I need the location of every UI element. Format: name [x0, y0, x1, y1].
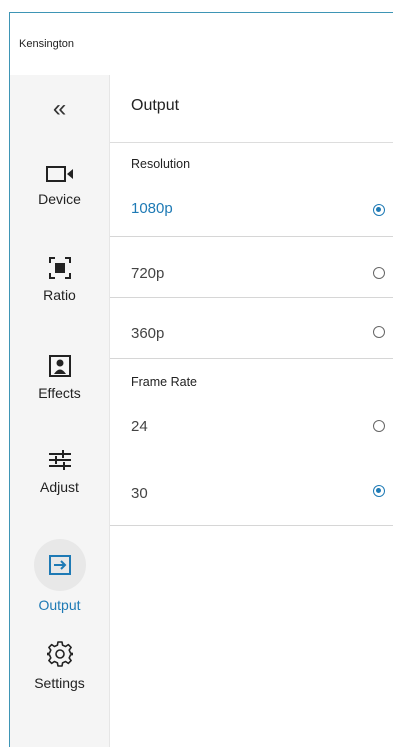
sidebar-item-effects[interactable]: Effects: [10, 355, 109, 401]
frame-rate-option-30[interactable]: 30: [110, 465, 393, 526]
title-bar: Kensington: [10, 13, 393, 75]
frame-rate-option-24[interactable]: 24: [110, 405, 393, 455]
ratio-icon: [48, 257, 71, 279]
option-label: 30: [131, 485, 148, 502]
radio-button[interactable]: [373, 204, 385, 216]
sidebar-item-settings[interactable]: Settings: [10, 641, 109, 691]
app-title: Kensington: [19, 38, 75, 50]
output-icon: [48, 555, 71, 575]
page-title: Output: [131, 97, 180, 114]
sidebar-item-device[interactable]: Device: [10, 165, 109, 207]
portrait-icon: [48, 355, 71, 377]
collapse-sidebar-button[interactable]: «: [10, 97, 109, 121]
resolution-option-1080p[interactable]: 1080p: [110, 176, 393, 237]
active-indicator: [33, 539, 86, 591]
sidebar-item-ratio[interactable]: Ratio: [10, 257, 109, 303]
sidebar-item-label: Settings: [34, 675, 85, 691]
output-panel: Output Resolution 1080p 720p 360p Frame …: [110, 75, 393, 747]
sidebar-item-label: Output: [38, 597, 81, 613]
option-label: 360p: [131, 325, 165, 342]
radio-button[interactable]: [373, 326, 385, 338]
option-label: 1080p: [131, 200, 173, 217]
radio-button[interactable]: [373, 267, 385, 279]
sidebar-item-label: Ratio: [43, 287, 76, 303]
sidebar-item-label: Device: [38, 191, 81, 207]
radio-button[interactable]: [373, 485, 385, 497]
sidebar: « Device Ratio Effects Adjust Output Set…: [10, 75, 110, 747]
sidebar-item-adjust[interactable]: Adjust: [10, 449, 109, 495]
option-label: 720p: [131, 265, 165, 282]
frame-rate-label: Frame Rate: [131, 375, 197, 389]
resolution-option-720p[interactable]: 720p: [110, 237, 393, 298]
resolution-option-360p[interactable]: 360p: [110, 298, 393, 359]
resolution-label: Resolution: [131, 157, 191, 171]
radio-button[interactable]: [373, 420, 385, 432]
sidebar-item-label: Adjust: [40, 479, 79, 495]
sidebar-item-label: Effects: [38, 385, 81, 401]
sliders-icon: [48, 450, 71, 470]
divider: [110, 142, 393, 143]
option-label: 24: [131, 418, 148, 435]
camera-icon: [45, 166, 73, 182]
app-window: Kensington « Device Ratio Effects Adjust…: [9, 12, 393, 747]
gear-icon: [46, 641, 73, 667]
sidebar-item-output[interactable]: Output: [10, 539, 109, 613]
